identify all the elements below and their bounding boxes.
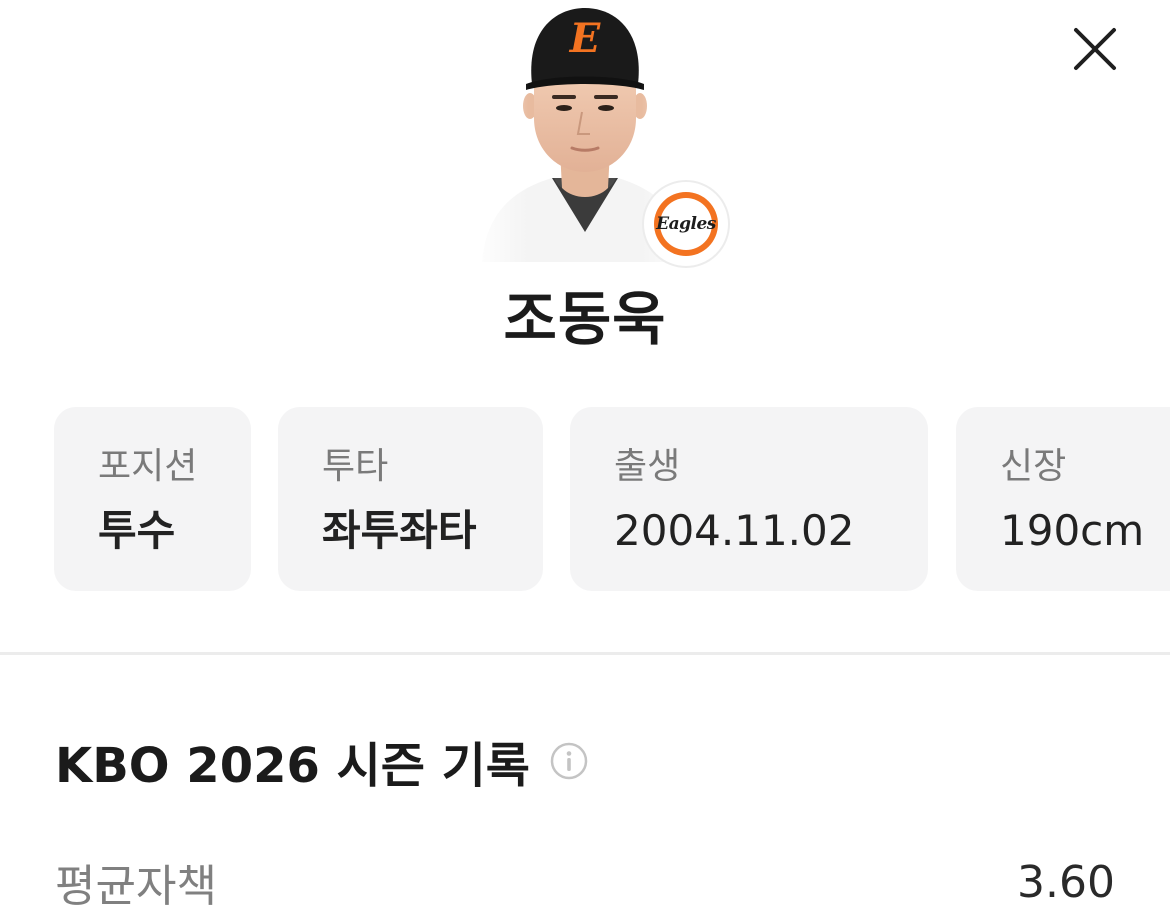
section-divider — [0, 652, 1170, 655]
card-label: 투타 — [322, 446, 389, 487]
card-value: 좌투좌타 — [322, 506, 477, 555]
info-card-birthdate: 출생 2004.11.02 — [570, 407, 928, 591]
close-icon — [1072, 26, 1118, 76]
card-value: 190cm — [1000, 506, 1145, 555]
stat-row-era: 평균자책 3.60 — [55, 850, 1115, 914]
player-name: 조동욱 — [503, 285, 667, 353]
info-card-height: 신장 190cm — [956, 407, 1170, 591]
player-info-cards[interactable]: 포지션 투수 투타 좌투좌타 출생 2004.11.02 신장 190cm — [0, 407, 1170, 591]
card-label: 포지션 — [98, 446, 198, 487]
info-icon[interactable] — [550, 742, 588, 780]
info-card-bats-throws: 투타 좌투좌타 — [278, 407, 543, 591]
card-value: 2004.11.02 — [614, 506, 855, 555]
team-logo-badge: Eagles — [642, 180, 730, 268]
card-label: 신장 — [1000, 446, 1067, 487]
card-value: 투수 — [98, 506, 176, 555]
stat-label: 평균자책 — [55, 861, 217, 912]
info-card-position: 포지션 투수 — [54, 407, 251, 591]
season-record-title: KBO 2026 시즌 기록 — [55, 726, 588, 796]
card-label: 출생 — [614, 446, 681, 487]
close-button[interactable] — [1066, 22, 1124, 80]
team-logo-text: Eagles — [656, 214, 716, 234]
stat-value: 3.60 — [1017, 856, 1115, 908]
season-record-title-text: KBO 2026 시즌 기록 — [55, 738, 530, 794]
